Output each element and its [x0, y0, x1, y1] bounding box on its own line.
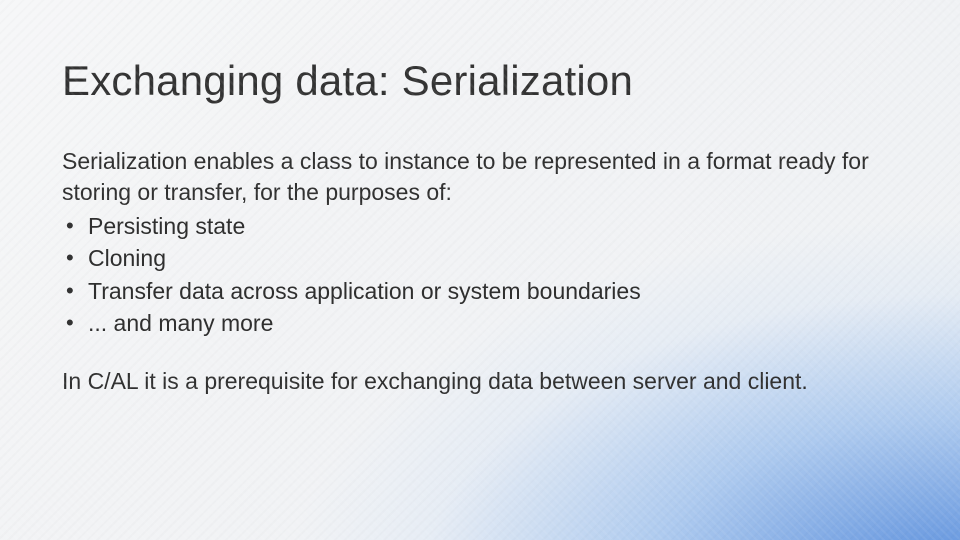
bullet-text: ... and many more — [88, 310, 273, 336]
list-item: Transfer data across application or syst… — [62, 276, 898, 306]
bullet-list: Persisting state Cloning Transfer data a… — [62, 211, 898, 338]
list-item: ... and many more — [62, 308, 898, 338]
list-item: Cloning — [62, 243, 898, 273]
footnote-paragraph: In C/AL it is a prerequisite for exchang… — [62, 366, 898, 396]
bullet-text: Persisting state — [88, 213, 245, 239]
bullet-text: Cloning — [88, 245, 166, 271]
slide-title: Exchanging data: Serialization — [62, 58, 898, 104]
bullet-text: Transfer data across application or syst… — [88, 278, 641, 304]
intro-paragraph: Serialization enables a class to instanc… — [62, 146, 898, 207]
slide-body: Serialization enables a class to instanc… — [62, 146, 898, 397]
list-item: Persisting state — [62, 211, 898, 241]
slide: Exchanging data: Serialization Serializa… — [0, 0, 960, 540]
